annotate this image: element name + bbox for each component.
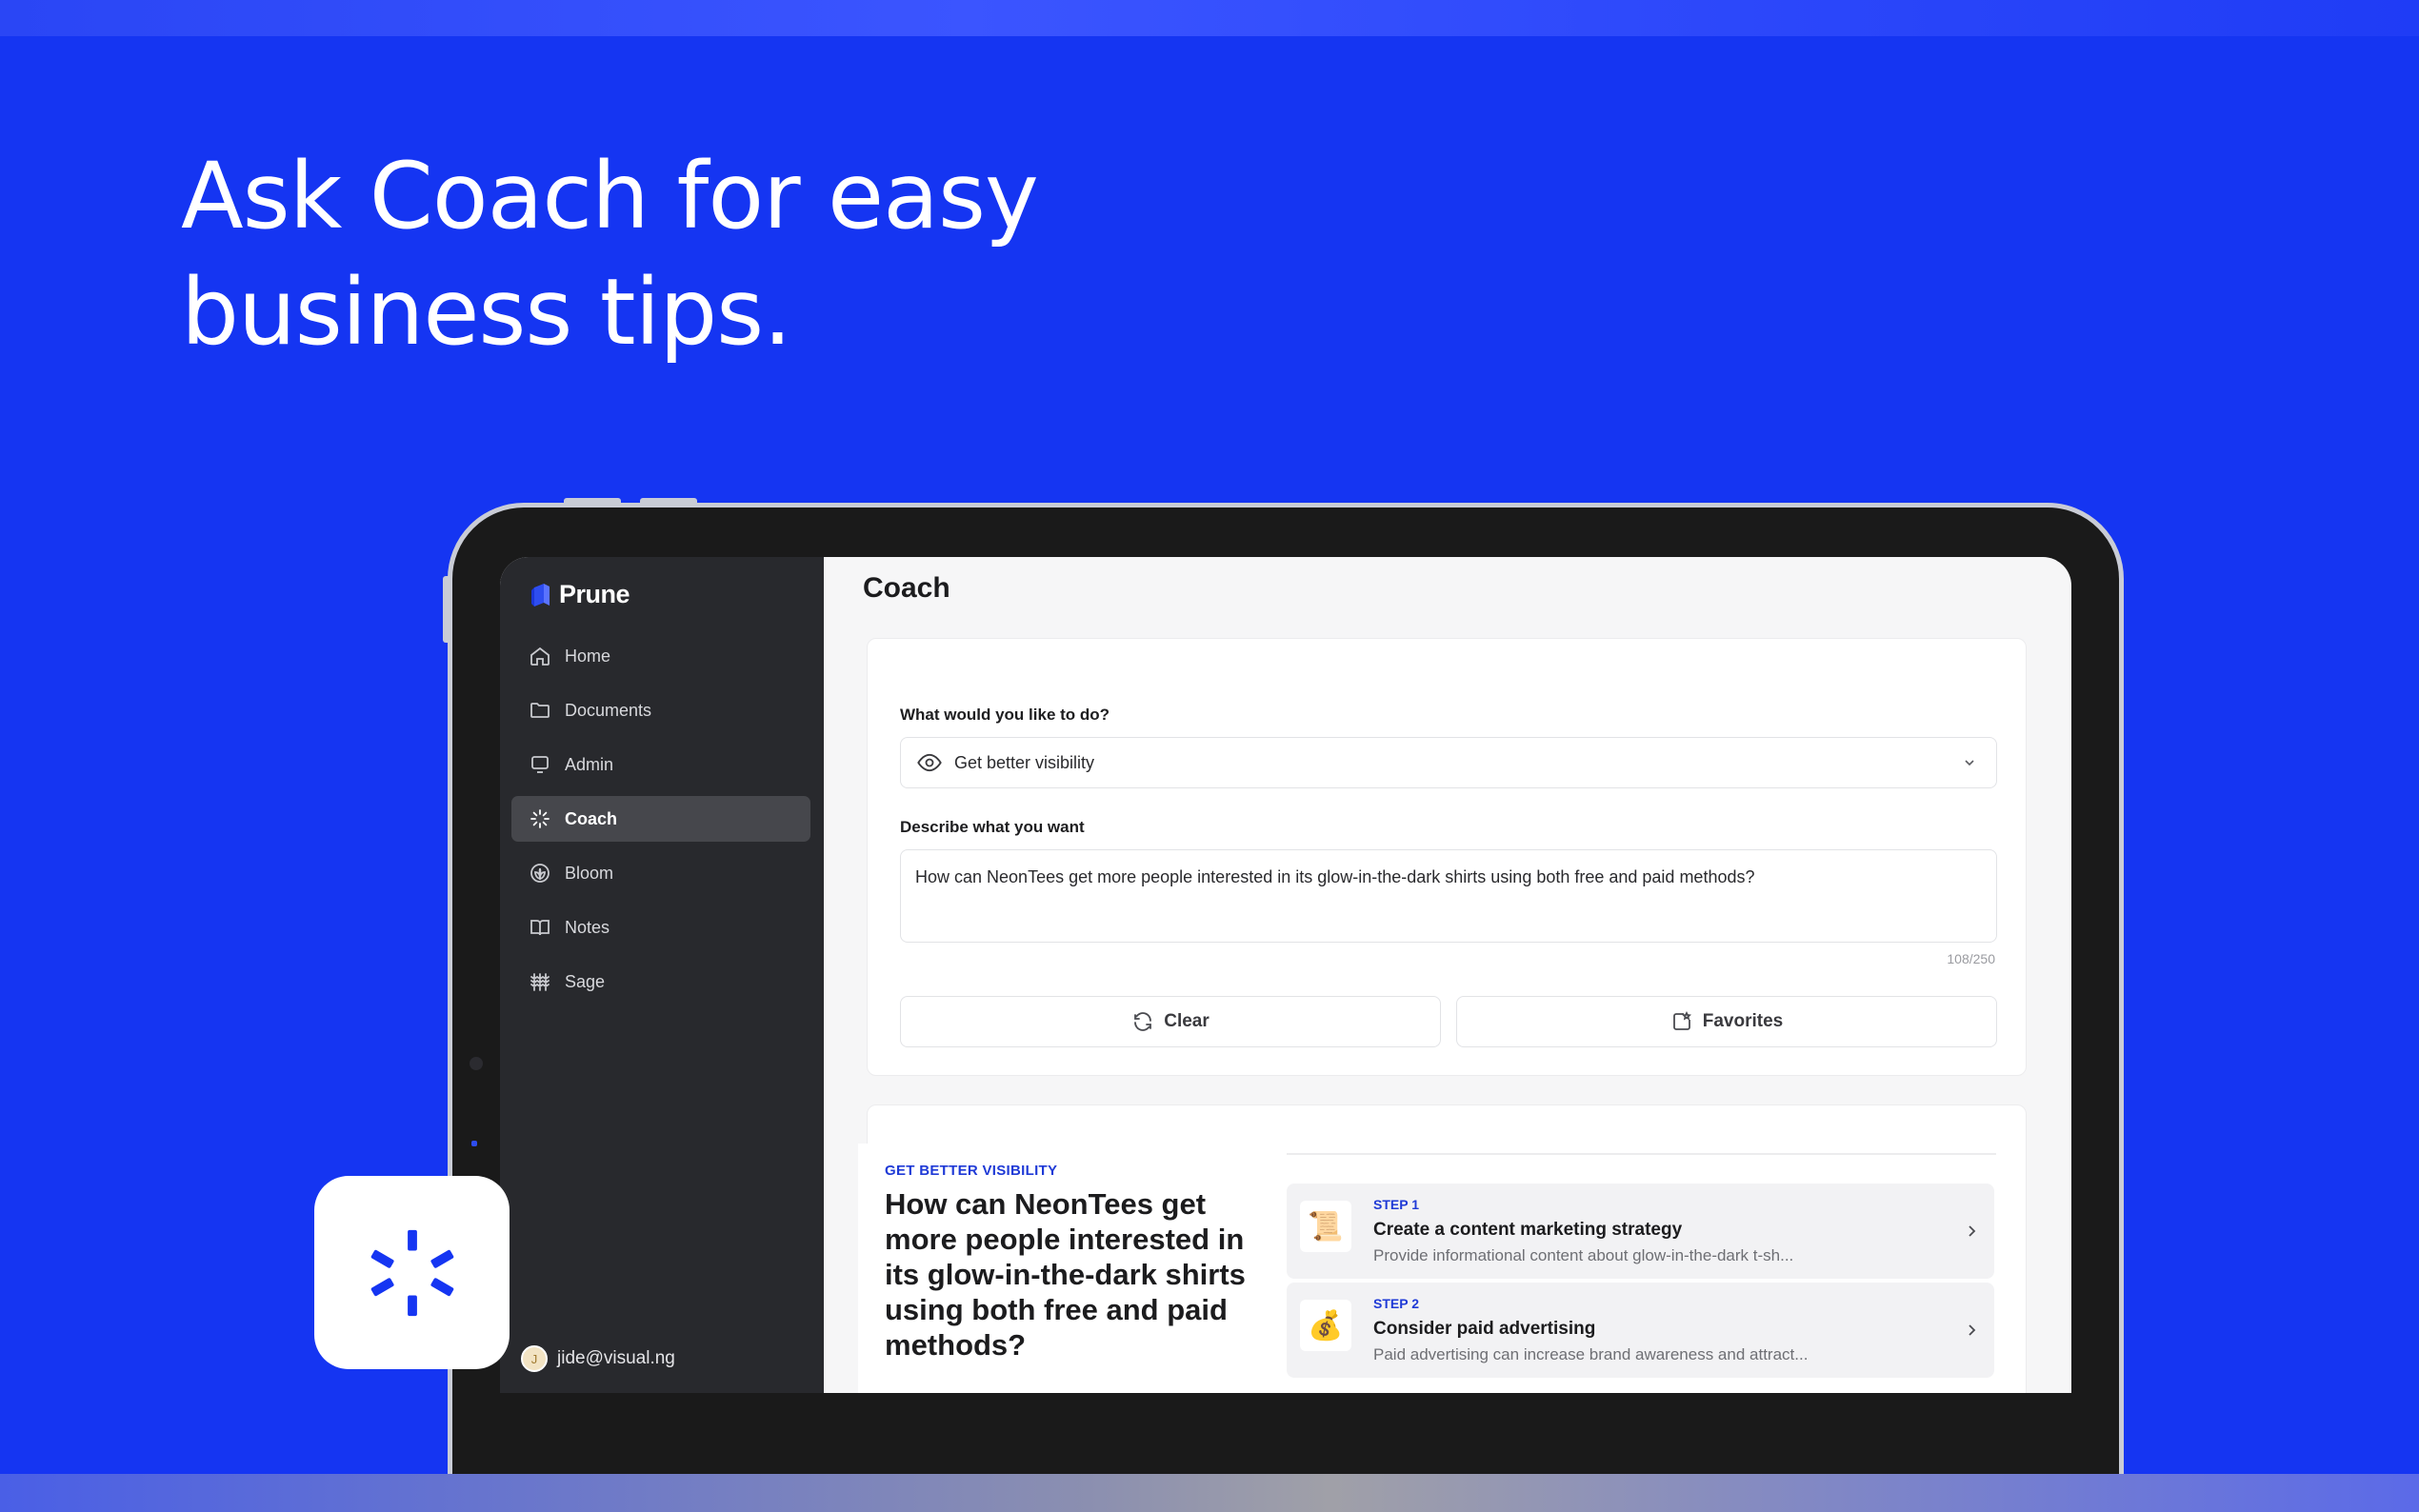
- folder-icon: [530, 703, 550, 718]
- hero-headline: Ask Coach for easy business tips.: [181, 138, 1039, 370]
- sidebar-item-documents[interactable]: Documents: [511, 687, 810, 733]
- step-item-2[interactable]: 💰 STEP 2 Consider paid advertising Paid …: [1287, 1283, 1994, 1378]
- sidebar-item-label: Home: [565, 646, 611, 666]
- sidebar-item-label: Admin: [565, 754, 614, 774]
- sparkle-icon: [530, 809, 550, 828]
- result-question: How can NeonTees get more people interes…: [885, 1187, 1246, 1362]
- user-account[interactable]: J jide@visual.ng: [521, 1345, 675, 1372]
- sidebar-item-sage[interactable]: Sage: [511, 959, 810, 1005]
- favorites-button-label: Favorites: [1702, 1011, 1784, 1031]
- user-email: jide@visual.ng: [557, 1348, 675, 1368]
- favorites-button[interactable]: Favorites: [1456, 996, 1997, 1047]
- sidebar-item-admin[interactable]: Admin: [511, 742, 810, 787]
- favorites-icon: [1672, 1010, 1691, 1030]
- chevron-down-icon: [1965, 760, 1974, 766]
- prune-logo-icon: [531, 583, 550, 607]
- eye-icon: [917, 753, 942, 772]
- step-description: Provide informational content about glow…: [1373, 1246, 1794, 1264]
- goal-select-value: Get better visibility: [954, 752, 1095, 772]
- brand-name: Prune: [559, 580, 630, 608]
- sidebar-item-label: Sage: [565, 971, 606, 991]
- goal-label: What would you like to do?: [900, 706, 1110, 724]
- coach-sparkle-icon: [370, 1229, 453, 1316]
- sidebar-item-label: Bloom: [565, 863, 614, 883]
- book-icon: [530, 920, 550, 936]
- step-title: Consider paid advertising: [1373, 1319, 1596, 1339]
- coach-result-card: GET BETTER VISIBILITY How can NeonTees g…: [858, 1104, 2027, 1393]
- step-title: Create a content marketing strategy: [1373, 1220, 1683, 1240]
- sidebar-item-label: Notes: [565, 917, 610, 937]
- result-divider: [1287, 1153, 1996, 1155]
- character-counter: 108/250: [1947, 951, 1995, 966]
- step-description: Paid advertising can increase brand awar…: [1373, 1345, 1809, 1363]
- sidebar-item-bloom[interactable]: Bloom: [511, 850, 810, 896]
- describe-label: Describe what you want: [900, 818, 1085, 836]
- camera-indicator: [471, 1141, 477, 1146]
- describe-textarea[interactable]: How can NeonTees get more people interes…: [900, 849, 1997, 943]
- avatar: J: [521, 1345, 548, 1372]
- sidebar-nav: Home Documents Admin Coach Bloom Notes S…: [511, 633, 810, 1013]
- coach-form-card: What would you like to do? Get better vi…: [867, 638, 2027, 1076]
- result-summary: GET BETTER VISIBILITY How can NeonTees g…: [858, 1144, 1263, 1393]
- sidebar-item-label: Documents: [565, 700, 652, 720]
- camera-dot: [470, 1057, 483, 1070]
- sidebar: Prune Home Documents Admin Coach Bloom N…: [500, 557, 824, 1393]
- wheat-icon: [530, 973, 550, 991]
- app-screen: Prune Home Documents Admin Coach Bloom N…: [500, 557, 2071, 1393]
- main-content: Coach What would you like to do? Get bet…: [824, 557, 2071, 1393]
- money-bag-icon: 💰: [1300, 1300, 1351, 1351]
- step-item-1[interactable]: 📜 STEP 1 Create a content marketing stra…: [1287, 1184, 1994, 1279]
- hero-line-1: Ask Coach for easy: [181, 143, 1039, 249]
- hero-line-2: business tips.: [181, 259, 792, 366]
- sidebar-item-coach[interactable]: Coach: [511, 796, 810, 842]
- step-number: STEP 2: [1373, 1296, 1419, 1311]
- goal-select[interactable]: Get better visibility: [900, 737, 1997, 788]
- refresh-icon: [1134, 1012, 1152, 1031]
- sidebar-item-notes[interactable]: Notes: [511, 905, 810, 950]
- page-title: Coach: [863, 572, 950, 604]
- clear-button[interactable]: Clear: [900, 996, 1441, 1047]
- monitor-icon: [531, 756, 549, 773]
- sidebar-item-home[interactable]: Home: [511, 633, 810, 679]
- top-strip: [0, 0, 2419, 36]
- step-number: STEP 1: [1373, 1197, 1419, 1212]
- chevron-right-icon: [1969, 1324, 1976, 1336]
- coach-app-badge: [314, 1176, 510, 1369]
- sidebar-item-label: Coach: [565, 808, 618, 828]
- bottom-strip: [0, 1474, 2419, 1512]
- flower-icon: [530, 864, 550, 883]
- result-tag: GET BETTER VISIBILITY: [885, 1163, 1058, 1179]
- clear-button-label: Clear: [1164, 1011, 1210, 1031]
- home-icon: [530, 647, 550, 666]
- scroll-icon: 📜: [1300, 1201, 1351, 1252]
- chevron-right-icon: [1969, 1225, 1976, 1237]
- brand[interactable]: Prune: [530, 580, 630, 609]
